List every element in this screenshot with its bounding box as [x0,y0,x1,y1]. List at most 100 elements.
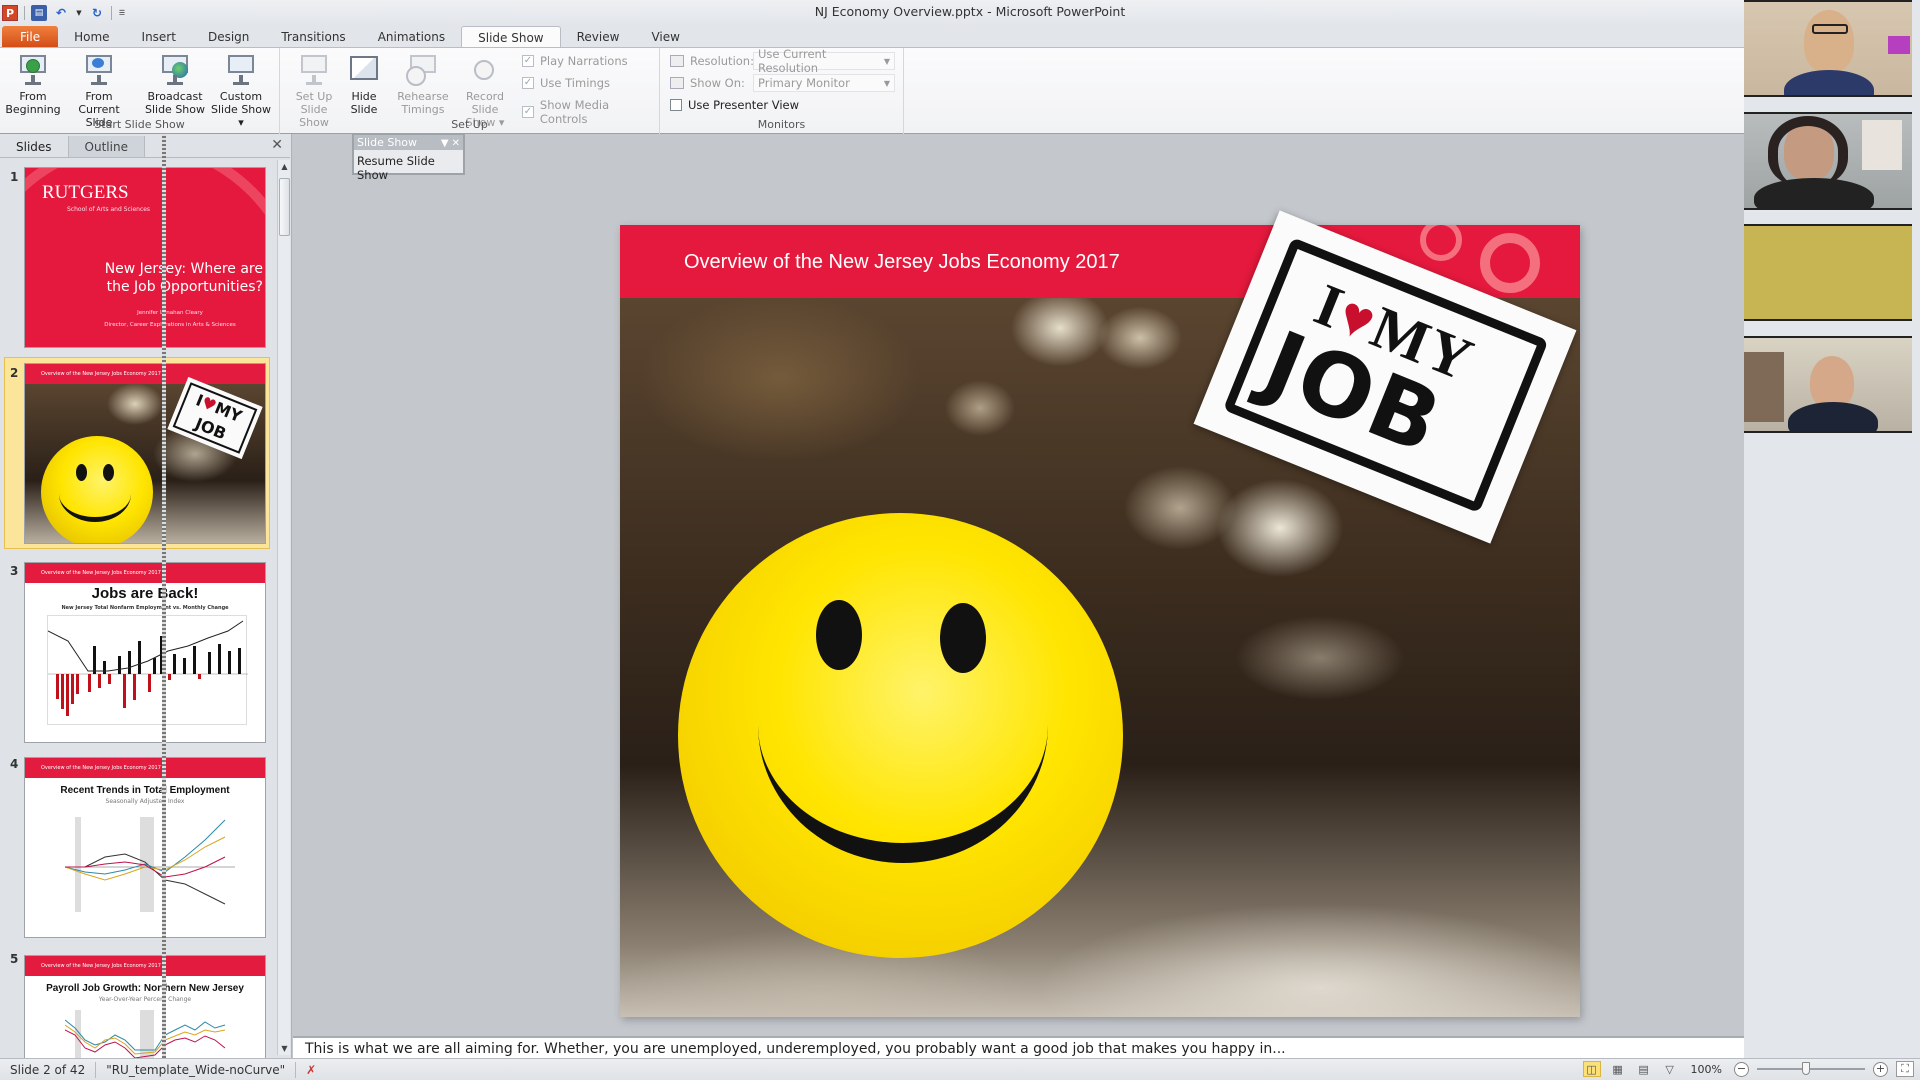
zoom-slider-thumb[interactable] [1802,1062,1810,1075]
thumb-title: Jobs are Back! [91,585,199,602]
hide-slide-icon [347,52,381,86]
tab-transitions[interactable]: Transitions [265,26,361,48]
show-on-dropdown[interactable]: Primary Monitor ▼ [753,74,895,92]
video-participant-2[interactable] [1744,112,1912,210]
tab-outline[interactable]: Outline [68,136,145,157]
tab-view[interactable]: View [635,26,695,48]
slide-thumbnail-2[interactable]: Overview of the New Jersey Jobs Economy … [24,363,266,544]
powerpoint-logo-icon[interactable]: P [2,5,18,21]
group-start-slide-show: From Beginning From Current Slide Broadc… [0,48,280,134]
slide-indicator: Slide 2 of 42 [0,1061,97,1078]
thumb-header: Overview of the New Jersey Jobs Economy … [25,956,265,976]
zoom-out-icon[interactable]: − [1734,1061,1749,1077]
group-label: Start Slide Show [94,118,185,131]
hide-slide-button[interactable]: Hide Slide [344,52,384,116]
resume-slide-show-button[interactable]: Resume Slide Show [354,150,463,186]
thumb-chart [47,615,248,725]
reading-view-icon[interactable]: ▤ [1635,1061,1653,1077]
speaker-notes-text[interactable]: This is what we are all aiming for. Whet… [305,1041,1286,1057]
button-label: Custom [219,90,263,103]
tab-home[interactable]: Home [58,26,125,48]
checkbox-unchecked-icon [670,99,682,111]
video-participant-1[interactable] [1744,0,1912,97]
window-title: NJ Economy Overview.pptx - Microsoft Pow… [814,4,1126,19]
thumb-title: New Jersey: Where are the Job Opportunit… [104,261,263,295]
participant-face [1810,356,1854,408]
zoom-in-icon[interactable]: + [1873,1061,1888,1077]
slide-thumbnail-5[interactable]: Overview of the New Jersey Jobs Economy … [24,955,266,1065]
thumbnails-scrollbar[interactable]: ▲ ▼ [277,160,290,1055]
participant-body [1754,178,1874,208]
pane-resize-handle[interactable] [162,134,166,1058]
status-bar: Slide 2 of 42 "RU_template_Wide-noCurve"… [0,1058,1920,1080]
use-timings-checkbox[interactable]: ✓ Use Timings [522,76,610,90]
resolution-dropdown[interactable]: Use Current Resolution ▼ [753,47,895,75]
broadcast-slide-show-button[interactable]: Broadcast Slide Show [144,52,206,116]
scroll-down-icon[interactable]: ▼ [279,1044,290,1053]
spell-check-icon[interactable]: ✗ [296,1062,326,1078]
tab-animations[interactable]: Animations [362,26,461,48]
participant-hair [1768,116,1848,186]
chevron-down-icon: ▼ [883,78,890,88]
zoom-slider[interactable] [1757,1062,1865,1075]
from-beginning-button[interactable]: From Beginning [4,52,62,116]
toolbar-options-icon[interactable]: ▼ [441,138,449,149]
tab-design[interactable]: Design [192,26,265,48]
rehearse-timings-button[interactable]: Rehearse Timings [396,52,450,116]
slide-thumbnail-1[interactable]: RUTGERS School of Arts and Sciences New … [24,167,266,348]
fit-to-window-icon[interactable]: ⛶ [1896,1061,1914,1077]
thumb-header: Overview of the New Jersey Jobs Economy … [25,758,265,778]
group-monitors: Resolution: Use Current Resolution ▼ Sho… [660,47,904,134]
thumb-title: Payroll Job Growth: Northern New Jersey [46,983,244,994]
theme-name[interactable]: "RU_template_Wide-noCurve" [96,1061,297,1078]
undo-icon[interactable]: ↶ [53,5,69,21]
thumb-title: Recent Trends in Total Employment [60,785,230,796]
tab-slide-show[interactable]: Slide Show [461,26,561,48]
close-icon[interactable]: ✕ [271,137,283,153]
close-icon[interactable]: ✕ [452,138,460,149]
notes-pane[interactable]: This is what we are all aiming for. Whet… [293,1036,1903,1058]
tab-insert[interactable]: Insert [126,26,192,48]
chart-preview-graphic [65,817,235,912]
projector-play-icon [16,52,50,86]
button-label: From [19,90,47,103]
redo-icon[interactable]: ↻ [89,5,105,21]
play-narrations-checkbox[interactable]: ✓ Play Narrations [522,54,628,68]
button-label: Slide [350,103,378,116]
tab-slides[interactable]: Slides [0,136,69,157]
scroll-up-icon[interactable]: ▲ [279,162,290,171]
show-on-row: Show On: [670,76,745,90]
normal-view-icon[interactable]: ◫ [1582,1061,1601,1077]
save-icon[interactable]: ▤ [31,5,47,21]
scrollbar-thumb[interactable] [279,178,290,236]
button-label: Beginning [5,103,61,116]
video-participant-4[interactable] [1744,336,1912,433]
bookshelf [1744,352,1784,422]
slide-show-view-icon[interactable]: ▽ [1661,1061,1679,1077]
slide-number: 5 [10,952,19,966]
checkbox-label: Use Presenter View [688,98,800,112]
video-participant-3[interactable] [1744,224,1912,321]
use-presenter-view-checkbox[interactable]: Use Presenter View [670,98,799,112]
title-bar: P ▤ ↶ ▼ ↻ ☰ NJ Economy Overview.pptx - M… [0,0,1744,26]
thumb-subtitle: New Jersey Total Nonfarm Employment vs. … [61,605,229,611]
slide-thumbnail-4[interactable]: Overview of the New Jersey Jobs Economy … [24,757,266,938]
slide-thumbnail-3[interactable]: Overview of the New Jersey Jobs Economy … [24,562,266,743]
quick-access-toolbar: P ▤ ↶ ▼ ↻ ☰ [2,3,126,23]
stopwatch-icon [468,52,502,86]
tab-review[interactable]: Review [561,26,636,48]
customize-toolbar-icon[interactable]: ☰ [118,5,126,21]
monitors-icon [670,77,684,89]
thumb-header: Overview of the New Jersey Jobs Economy … [25,364,265,384]
rutgers-logo: RUTGERS [42,182,129,203]
slides-pane: Slides Outline ✕ 1 RUTGERS School of Art… [0,134,292,1065]
glasses [1812,24,1848,34]
undo-dropdown-icon[interactable]: ▼ [75,5,83,21]
button-label: Rehearse [397,90,449,103]
slide-sorter-icon[interactable]: ▦ [1609,1061,1627,1077]
zoom-level[interactable]: 100% [1691,1063,1722,1076]
button-label: Hide [351,90,377,103]
tab-file[interactable]: File [2,26,59,48]
checkbox-checked-icon: ✓ [522,55,534,67]
floating-toolbar-header[interactable]: Slide Show ▼ ✕ [354,135,463,150]
